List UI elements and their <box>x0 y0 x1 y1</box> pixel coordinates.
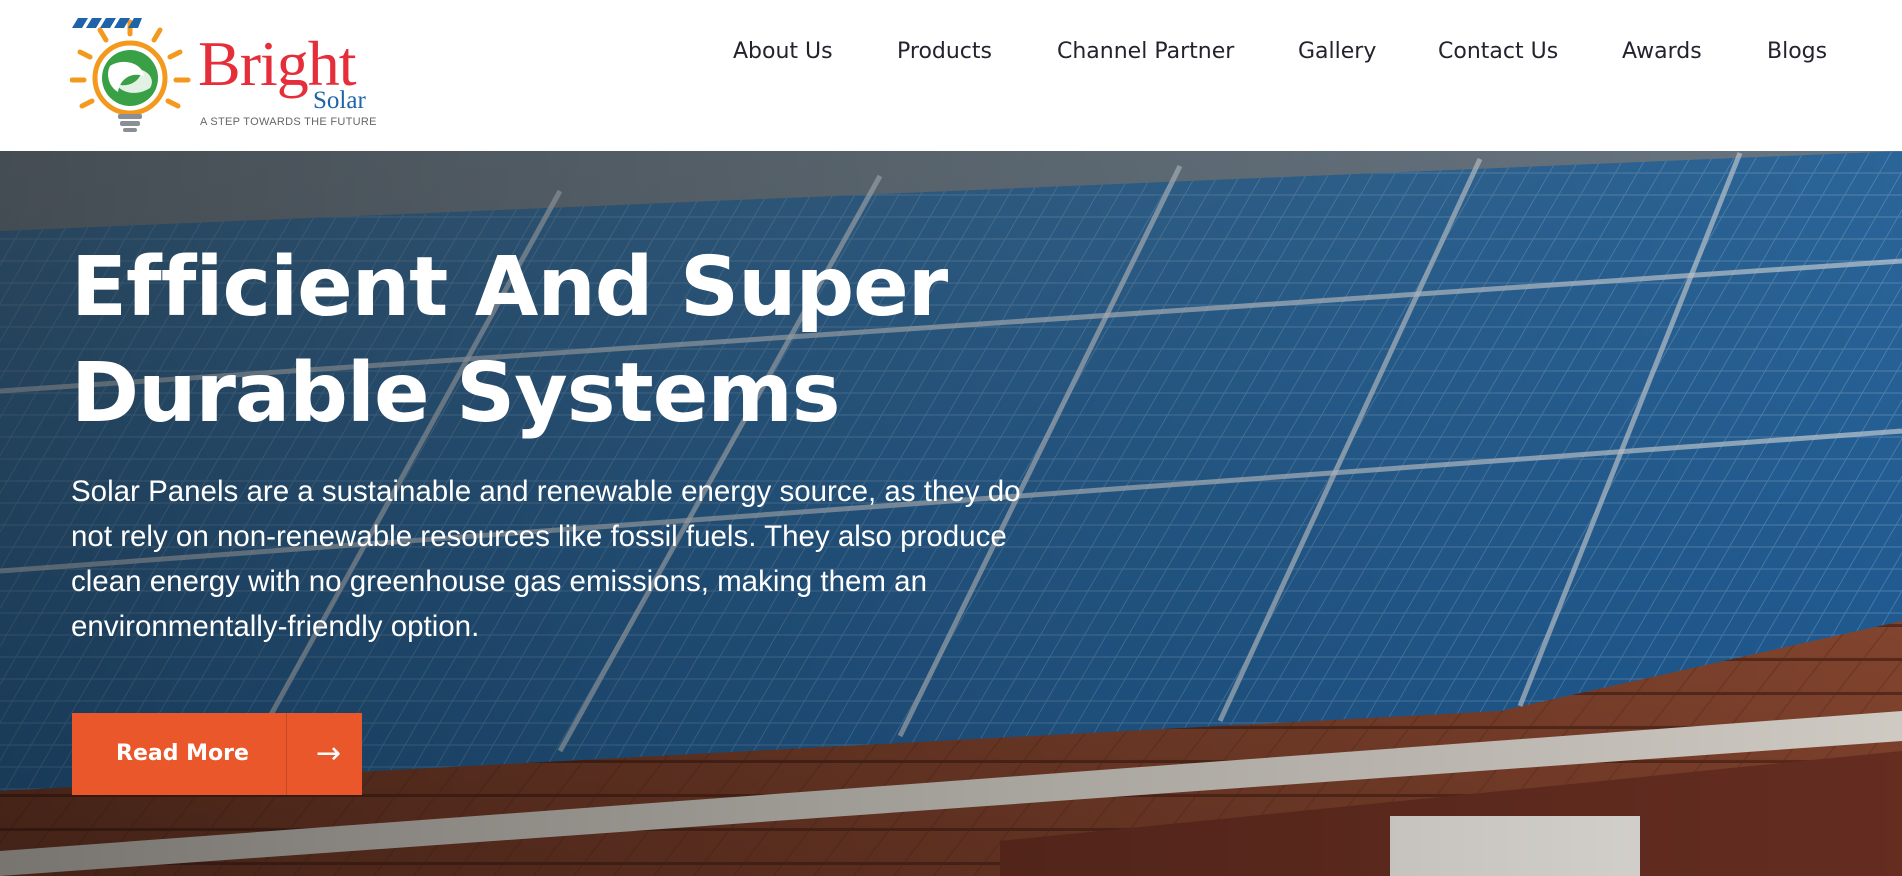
brand-logo[interactable]: Bright Solar A STEP TOWARDS THE FUTURE <box>70 18 380 133</box>
hero-banner: Efficient And Super Durable Systems Sola… <box>0 151 1902 876</box>
lightbulb-sun-icon <box>70 19 191 132</box>
brand-tagline: A STEP TOWARDS THE FUTURE <box>200 116 377 128</box>
nav-awards[interactable]: Awards <box>1622 38 1702 66</box>
nav-contact-us[interactable]: Contact Us <box>1438 38 1558 66</box>
hero-title: Efficient And Super Durable Systems <box>71 235 1021 447</box>
hero-description: Solar Panels are a sustainable and renew… <box>71 475 1021 643</box>
nav-about-us[interactable]: About Us <box>733 38 833 66</box>
hero-title-line-2: Durable Systems <box>71 346 841 441</box>
read-more-button[interactable]: Read More → <box>72 713 362 795</box>
button-divider <box>286 713 287 795</box>
nav-gallery[interactable]: Gallery <box>1298 38 1376 66</box>
read-more-label: Read More <box>116 741 249 766</box>
solar-panel-stripes-icon <box>72 18 142 28</box>
brand-sub: Solar <box>313 87 366 114</box>
hero-title-line-1: Efficient And Super <box>71 240 948 335</box>
arrow-right-icon: → <box>316 736 342 771</box>
site-header: Bright Solar A STEP TOWARDS THE FUTURE A… <box>0 0 1902 151</box>
nav-blogs[interactable]: Blogs <box>1767 38 1827 66</box>
nav-channel-partner[interactable]: Channel Partner <box>1057 38 1234 66</box>
nav-products[interactable]: Products <box>897 38 992 66</box>
